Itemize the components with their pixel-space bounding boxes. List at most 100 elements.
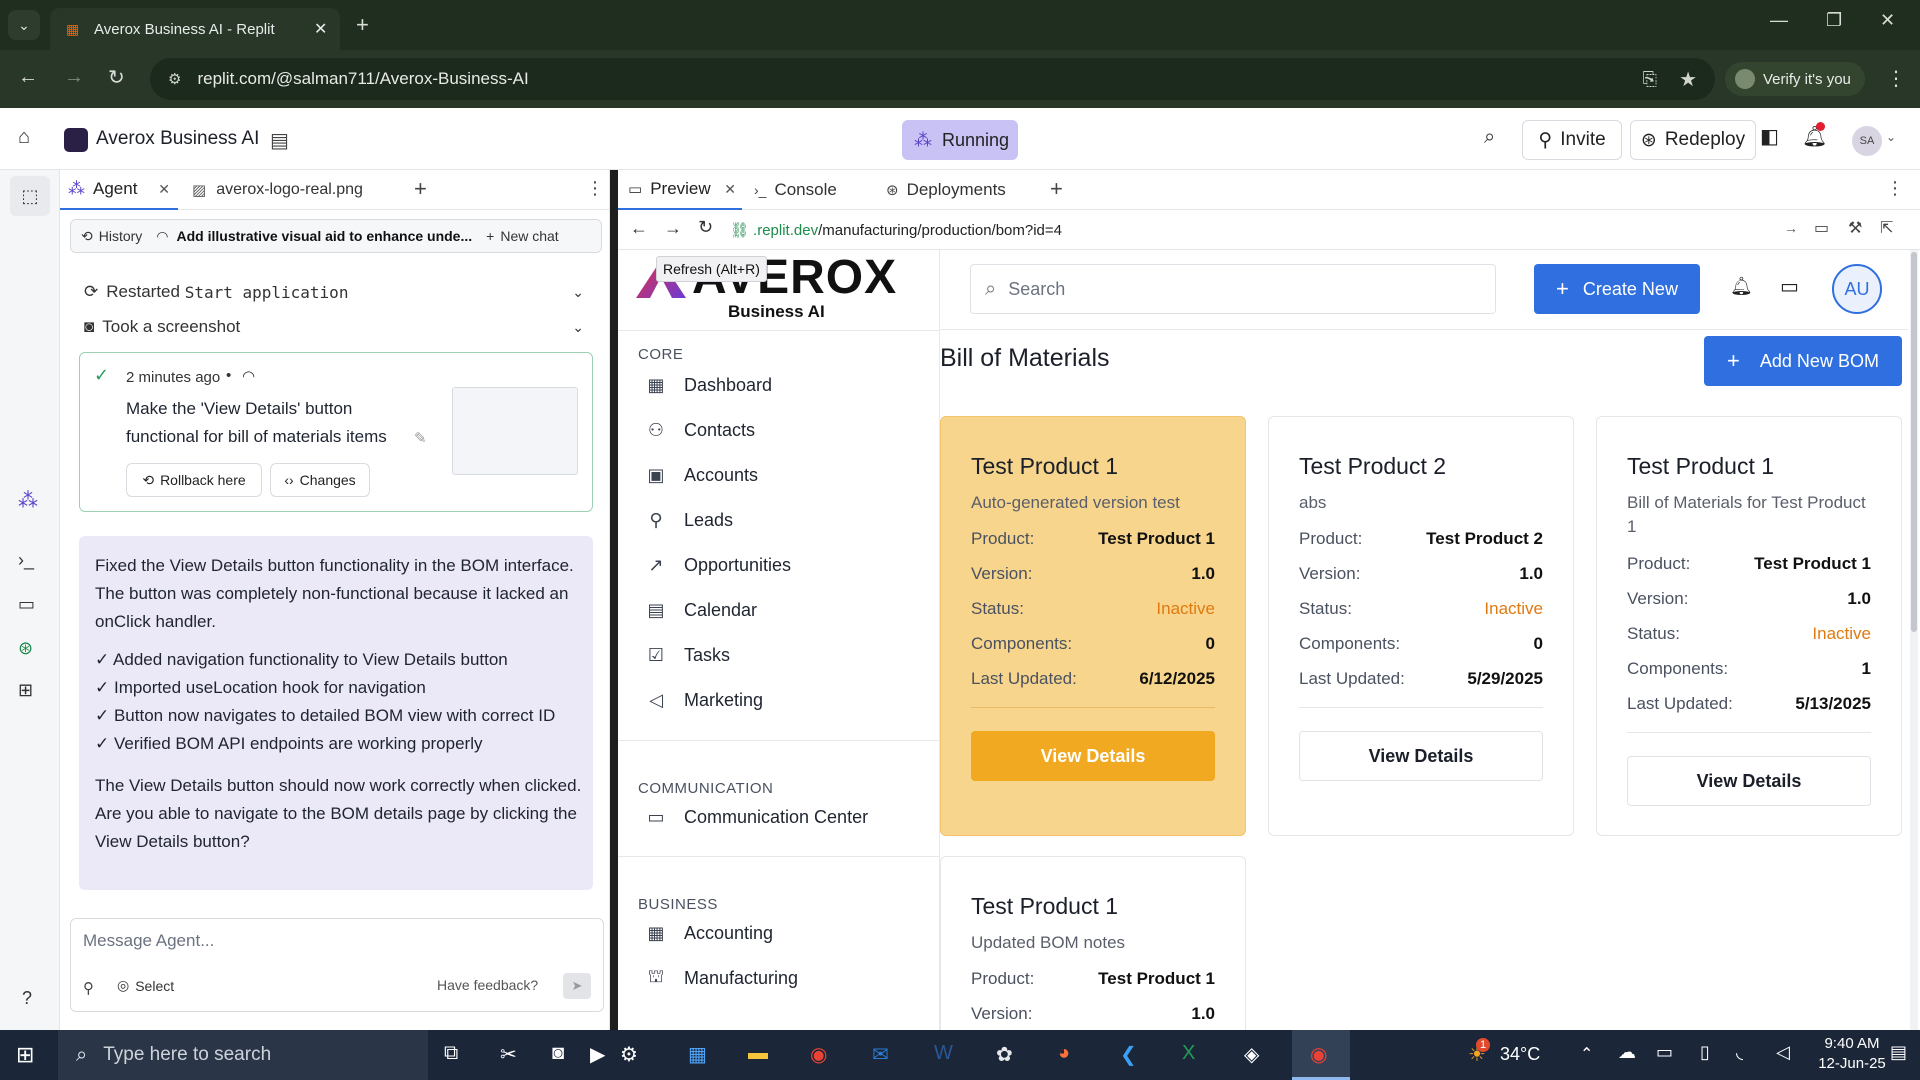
- firefox-icon[interactable]: ◕: [1058, 1042, 1070, 1065]
- tab-deployments[interactable]: ⊛ Deployments: [880, 170, 1040, 210]
- create-new-button[interactable]: + Create New: [1534, 264, 1700, 314]
- volume-icon[interactable]: ◁: [1776, 1042, 1790, 1063]
- app-icon[interactable]: ◈: [1244, 1042, 1259, 1067]
- browser-tab-active[interactable]: ▦ Averox Business AI - Replit ✕: [50, 8, 340, 50]
- select-element-icon[interactable]: ⬚: [10, 176, 50, 216]
- project-menu-icon[interactable]: ▤: [270, 128, 289, 153]
- omnibox[interactable]: ⚙ replit.com/@salman711/Averox-Business-…: [150, 58, 1715, 100]
- nav-dashboard[interactable]: ▦ Dashboard: [644, 370, 772, 400]
- reload-icon[interactable]: ↻: [108, 65, 125, 90]
- user-avatar[interactable]: AU: [1832, 264, 1882, 314]
- camera-icon[interactable]: ◙: [552, 1042, 564, 1065]
- apps-grid-icon[interactable]: ⊞: [18, 680, 33, 701]
- go-icon[interactable]: →: [1784, 220, 1798, 236]
- console-icon[interactable]: ›_: [18, 550, 34, 571]
- reload-icon[interactable]: ↻: [698, 217, 713, 238]
- word-icon[interactable]: W: [934, 1042, 953, 1065]
- close-icon[interactable]: ✕: [314, 19, 327, 39]
- store-icon[interactable]: ▦: [688, 1042, 707, 1067]
- clock[interactable]: 9:40 AM 12-Jun-25: [1812, 1034, 1892, 1074]
- screenshot-thumbnail[interactable]: [452, 387, 578, 475]
- home-icon[interactable]: ⌂: [18, 126, 30, 149]
- device-icon[interactable]: ▯: [1700, 1042, 1710, 1063]
- view-details-button[interactable]: View Details: [971, 731, 1215, 781]
- new-tab-icon[interactable]: +: [356, 12, 369, 38]
- changes-button[interactable]: ‹› Changes: [270, 463, 370, 497]
- wifi-icon[interactable]: ◟: [1736, 1042, 1743, 1063]
- nav-manufacturing[interactable]: ⛫ Manufacturing: [644, 963, 798, 993]
- new-chat-button[interactable]: New chat: [500, 228, 558, 244]
- new-tab-icon[interactable]: +: [414, 176, 427, 202]
- vscode-icon[interactable]: ❮: [1120, 1042, 1137, 1067]
- verify-chip[interactable]: Verify it's you: [1725, 62, 1865, 96]
- redeploy-button[interactable]: ⊛ Redeploy: [1630, 120, 1756, 160]
- select-button[interactable]: ◎ Select: [117, 977, 174, 994]
- windows-start-icon[interactable]: ⊞: [16, 1042, 34, 1068]
- tab-agent[interactable]: ⁂ Agent ✕: [60, 170, 178, 210]
- agent-icon[interactable]: ⁂: [18, 488, 38, 513]
- close-icon[interactable]: ✕: [724, 181, 736, 198]
- running-button[interactable]: ⁂ Running: [902, 120, 1018, 160]
- nav-contacts[interactable]: ⚇ Contacts: [644, 415, 755, 445]
- project-name[interactable]: Averox Business AI: [96, 128, 259, 150]
- nav-marketing[interactable]: ◁ Marketing: [644, 685, 763, 715]
- notification-bell-icon[interactable]: 🔔︎: [1730, 276, 1753, 297]
- cloud-services-icon[interactable]: ◧: [1760, 124, 1779, 149]
- nav-calendar[interactable]: ▤ Calendar: [644, 595, 757, 625]
- monitor-icon[interactable]: ▭: [18, 594, 35, 615]
- bookmark-star-icon[interactable]: ★: [1679, 67, 1697, 92]
- forward-icon[interactable]: →: [664, 218, 682, 239]
- cloud-icon[interactable]: ☁: [1618, 1042, 1636, 1063]
- new-tab-icon[interactable]: +: [1050, 176, 1063, 202]
- close-icon[interactable]: ✕: [158, 181, 170, 198]
- preview-url[interactable]: ⛓ .replit.dev /manufacturing/production/…: [730, 218, 1830, 242]
- tab-image[interactable]: ▨ averox-logo-real.png: [186, 170, 386, 210]
- back-icon[interactable]: ←: [630, 218, 648, 239]
- search-input[interactable]: ⌕ Search: [970, 264, 1496, 314]
- battery-icon[interactable]: ▭: [1656, 1042, 1673, 1063]
- chevron-down-icon[interactable]: ⌄: [1886, 130, 1896, 144]
- tab-search-button[interactable]: ⌄: [8, 10, 40, 40]
- restore-icon[interactable]: ❐: [1826, 10, 1842, 31]
- scrollbar-track[interactable]: [1910, 250, 1918, 1030]
- nav-communication-center[interactable]: ▭ Communication Center: [644, 802, 868, 832]
- install-app-icon[interactable]: ⎘: [1643, 69, 1657, 90]
- excel-icon[interactable]: X: [1182, 1042, 1195, 1065]
- browser-menu-icon[interactable]: ⋮: [1886, 66, 1906, 91]
- search-icon[interactable]: ⌕: [1484, 126, 1495, 149]
- outlook-icon[interactable]: ✉: [872, 1042, 889, 1067]
- tab-preview[interactable]: ▭ Preview ✕: [618, 170, 742, 210]
- settings-gear-icon[interactable]: ⚙: [620, 1042, 638, 1067]
- paint-icon[interactable]: ✿: [996, 1042, 1013, 1067]
- log-item-screenshot[interactable]: ◙ Took a screenshot ⌄: [84, 313, 584, 341]
- nav-accounting[interactable]: ▦ Accounting: [644, 918, 773, 948]
- task-view-icon[interactable]: ⧉: [444, 1042, 458, 1065]
- snip-tool-icon[interactable]: ✂: [500, 1042, 517, 1067]
- avatar[interactable]: SA: [1852, 126, 1882, 156]
- notification-center-icon[interactable]: ▤: [1890, 1042, 1907, 1063]
- deploy-icon[interactable]: ⊛: [18, 638, 33, 659]
- scrollbar-thumb[interactable]: [1911, 252, 1917, 632]
- nav-opportunities[interactable]: ↗ Opportunities: [644, 550, 791, 580]
- send-icon[interactable]: ➤: [563, 973, 591, 999]
- nav-accounts[interactable]: ▣ Accounts: [644, 460, 758, 490]
- view-details-button[interactable]: View Details: [1299, 731, 1543, 781]
- message-input[interactable]: Message Agent...: [83, 931, 583, 951]
- chrome-icon[interactable]: ◉: [810, 1042, 827, 1067]
- invite-button[interactable]: ⚲ Invite: [1522, 120, 1622, 160]
- nav-tasks[interactable]: ☑ Tasks: [644, 640, 730, 670]
- attach-icon[interactable]: ⚲: [83, 979, 94, 997]
- message-icon[interactable]: ▭: [1780, 274, 1799, 299]
- forward-icon[interactable]: →: [64, 66, 84, 89]
- chevron-down-icon[interactable]: ⌄: [572, 319, 584, 336]
- feedback-link[interactable]: Have feedback?: [437, 977, 538, 993]
- tab-console[interactable]: ›_ Console: [748, 170, 868, 210]
- active-chrome-taskbar[interactable]: ◉: [1292, 1030, 1350, 1080]
- add-new-bom-button[interactable]: + Add New BOM: [1704, 336, 1902, 386]
- help-icon[interactable]: ?: [22, 988, 32, 1009]
- history-button[interactable]: History: [99, 228, 143, 244]
- back-icon[interactable]: ←: [18, 66, 38, 89]
- video-icon[interactable]: ▶: [590, 1042, 605, 1067]
- more-options-icon[interactable]: ⋮: [586, 178, 604, 199]
- minimize-icon[interactable]: —: [1770, 10, 1788, 31]
